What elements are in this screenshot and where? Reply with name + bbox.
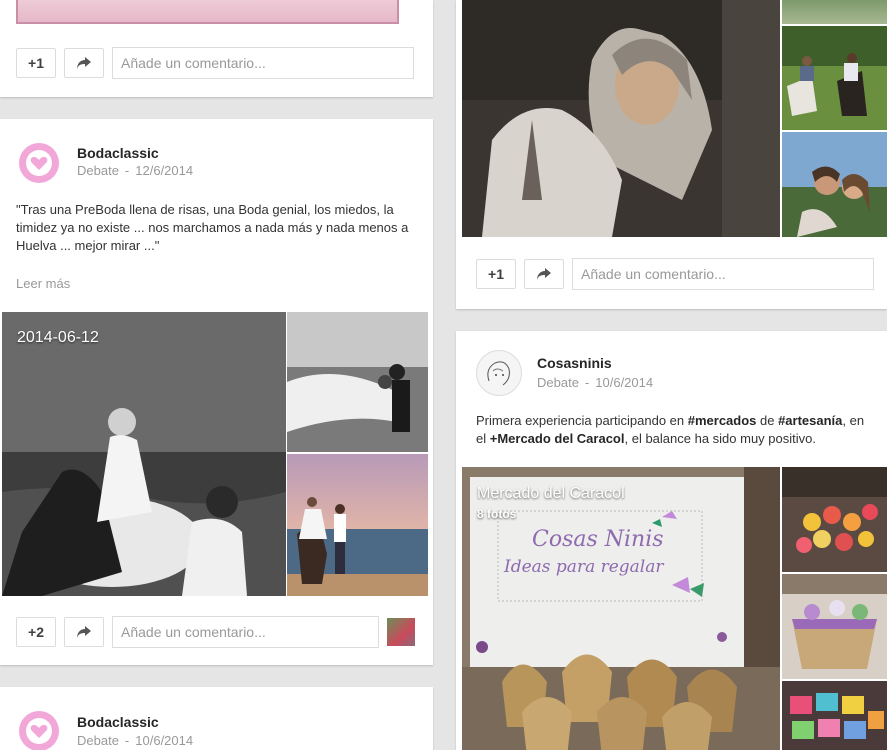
- sign-text-line-2: Ideas para regalar: [504, 557, 664, 577]
- album-thumb-3[interactable]: [782, 681, 887, 750]
- comment-input[interactable]: Añade un comentario...: [112, 47, 414, 79]
- couple-portrait-illustration: [782, 132, 887, 237]
- read-more-link[interactable]: Leer más: [16, 276, 70, 291]
- hashtag-link[interactable]: #mercados: [688, 413, 757, 428]
- post-date[interactable]: 12/6/2014: [135, 163, 193, 178]
- album-title: 2014-06-12: [17, 329, 99, 346]
- post-card-bodaclassic-1: Bodaclassic Debate -12/6/2014 "Tras una P…: [0, 119, 433, 665]
- post-card-top-left: +1 Añade un comentario...: [0, 0, 433, 97]
- album-main-photo[interactable]: [2, 312, 286, 596]
- comment-input[interactable]: Añade un comentario...: [112, 616, 379, 648]
- share-arrow-icon: [537, 268, 551, 280]
- plus-one-button[interactable]: +1: [16, 48, 56, 78]
- album-thumb-1[interactable]: [782, 467, 887, 572]
- post-meta: Debate -10/6/2014: [537, 375, 653, 390]
- album-main-photo[interactable]: [462, 0, 780, 237]
- post-actions: +1 Añade un comentario...: [476, 258, 874, 290]
- avatar[interactable]: [19, 143, 59, 183]
- wedding-photo-illustration: [2, 312, 286, 596]
- album-thumb-1[interactable]: [782, 0, 887, 24]
- plus-one-button[interactable]: +2: [16, 617, 56, 647]
- share-button[interactable]: [64, 48, 104, 78]
- share-arrow-icon: [77, 57, 91, 69]
- post-date[interactable]: 10/6/2014: [135, 733, 193, 748]
- plus-one-button[interactable]: +1: [476, 259, 516, 289]
- meta-separator: -: [124, 163, 130, 178]
- sign-text-line-1: Cosas Ninis: [532, 527, 664, 552]
- author-name[interactable]: Cosasninis: [537, 355, 612, 371]
- author-name[interactable]: Bodaclassic: [77, 145, 159, 161]
- meta-separator: -: [124, 733, 130, 748]
- couple-horses-field-illustration: [782, 26, 887, 130]
- album-thumb-3[interactable]: [782, 132, 887, 237]
- soaps-illustration: [782, 467, 887, 572]
- share-arrow-icon: [77, 626, 91, 638]
- album-thumb-2[interactable]: [782, 26, 887, 130]
- post-type[interactable]: Debate: [77, 163, 119, 178]
- share-button[interactable]: [524, 259, 564, 289]
- heart-icon: [26, 150, 52, 176]
- sketch-face-icon: [487, 361, 510, 386]
- plus-oner-avatar[interactable]: [387, 618, 415, 646]
- heart-icon: [26, 718, 52, 744]
- comment-input[interactable]: Añade un comentario...: [572, 258, 874, 290]
- post-type[interactable]: Debate: [77, 733, 119, 748]
- share-button[interactable]: [64, 617, 104, 647]
- avatar[interactable]: [476, 350, 522, 396]
- beach-horse-sunset-illustration: [287, 454, 428, 596]
- album-thumb-2[interactable]: [287, 454, 428, 596]
- album-photo-count: 8 fotos: [477, 507, 517, 521]
- post-type[interactable]: Debate: [537, 375, 579, 390]
- colorful-soaps-illustration: [782, 681, 887, 750]
- post-date[interactable]: 10/6/2014: [595, 375, 653, 390]
- post-card-top-right: +1 Añade un comentario...: [456, 0, 887, 309]
- hashtag-link[interactable]: #artesanía: [778, 413, 842, 428]
- basket-illustration: [782, 574, 887, 679]
- text-part: de: [756, 413, 779, 428]
- author-name[interactable]: Bodaclassic: [77, 714, 159, 730]
- text-part: Primera experiencia participando en: [476, 413, 688, 428]
- post-card-cosasninis: Cosasninis Debate -10/6/2014 Primera expe…: [456, 331, 887, 750]
- album-title: Mercado del Caracol: [477, 485, 625, 502]
- post-actions: +1 Añade un comentario...: [16, 47, 414, 79]
- post-meta: Debate -10/6/2014: [77, 733, 193, 748]
- page-mention-link[interactable]: +Mercado del Caracol: [490, 431, 625, 446]
- text-part: , el balance ha sido muy positivo.: [624, 431, 816, 446]
- post-card-bodaclassic-2: Bodaclassic Debate -10/6/2014: [0, 687, 433, 750]
- meta-separator: -: [584, 375, 590, 390]
- post-text: "Tras una PreBoda llena de risas, una Bo…: [16, 202, 409, 253]
- post-meta: Debate -12/6/2014: [77, 163, 193, 178]
- album-thumb-2[interactable]: [782, 574, 887, 679]
- post-text: Primera experiencia participando en #mer…: [476, 412, 876, 448]
- album-thumb-1[interactable]: [287, 312, 428, 452]
- woman-horse-illustration: [462, 0, 780, 237]
- beach-couple-bw-illustration: [287, 312, 428, 452]
- post-image[interactable]: [16, 0, 399, 24]
- post-actions: +2 Añade un comentario...: [16, 616, 415, 648]
- avatar[interactable]: [19, 711, 59, 750]
